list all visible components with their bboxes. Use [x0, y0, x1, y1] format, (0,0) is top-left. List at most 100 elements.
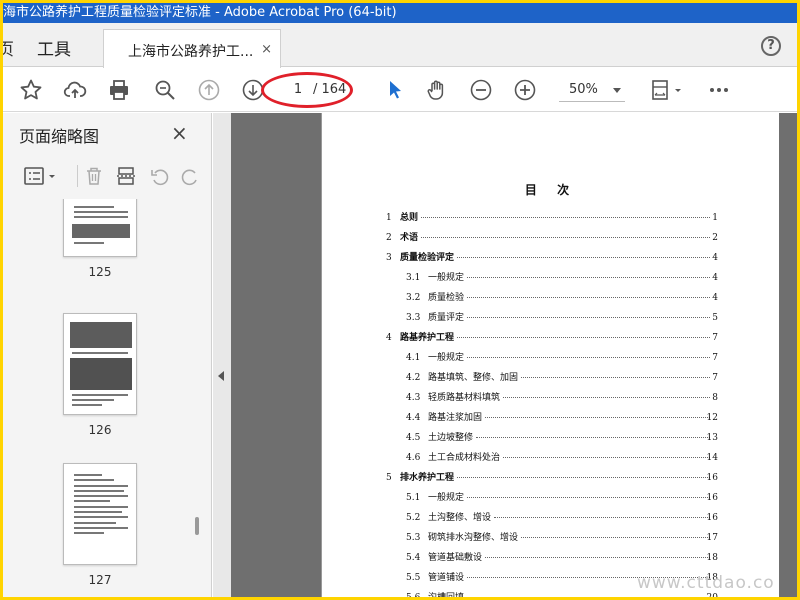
toc-entry-page: 14 [706, 453, 718, 463]
toc-entry-title: 质量评定 [428, 313, 465, 323]
toc-entry-title: 总则 [400, 213, 419, 223]
print-icon[interactable] [105, 76, 133, 104]
close-tab-icon[interactable]: × [261, 42, 272, 57]
toc-entry-title: 路基填筑、整修、加固 [428, 373, 519, 383]
toc-entry-title: 砌筑排水沟整修、增设 [428, 533, 519, 543]
toc-entry-number: 4.6 [406, 453, 421, 463]
toc-entry[interactable]: 4.6 土工合成材料处治 14 [386, 449, 718, 469]
toc-entry-number: 4.4 [406, 413, 421, 423]
toc-entry-number: 4.2 [406, 373, 421, 383]
toc-entry-page: 7 [712, 353, 718, 363]
toc-entry-number: 4.5 [406, 433, 421, 443]
toc-entry[interactable]: 4.4 路基注浆加固 12 [386, 409, 718, 429]
toc-entry[interactable]: 4.1 一般规定 7 [386, 349, 718, 369]
rotate-right-icon[interactable] [177, 163, 203, 189]
toc-entry-page: 7 [712, 333, 718, 343]
cloud-upload-icon[interactable] [61, 76, 89, 104]
toc-entry[interactable]: 3.2 质量检验 4 [386, 289, 718, 309]
tab-tools[interactable]: 工具 [29, 33, 79, 62]
toc-entry-title: 质量检验 [428, 293, 465, 303]
toc-entry[interactable]: 1 总则 1 [386, 209, 718, 229]
scrollbar-thumb[interactable] [195, 517, 199, 535]
hand-tool-icon[interactable] [423, 76, 451, 104]
toc-entry[interactable]: 4.2 路基填筑、整修、加固 7 [386, 369, 718, 389]
acrobat-window: 海市公路养护工程质量检验评定标准 - Adobe Acrobat Pro (64… [3, 3, 797, 597]
toc-entry[interactable]: 5.3 砌筑排水沟整修、增设 17 [386, 529, 718, 549]
panel-toolbar [17, 161, 203, 191]
thumbnail-page-number: 125 [88, 265, 112, 279]
toc-entry[interactable]: 3.3 质量评定 5 [386, 309, 718, 329]
collapse-arrow-icon [218, 371, 224, 381]
toc-entry[interactable]: 3 质量检验评定 4 [386, 249, 718, 269]
help-icon[interactable]: ? [761, 36, 781, 56]
thumbnail-page-number: 126 [88, 423, 112, 437]
toc-entry-number: 3 [386, 253, 392, 263]
toc-entry-number: 3.2 [406, 293, 421, 303]
toc-leader-dots [457, 337, 710, 338]
delete-page-icon[interactable] [81, 163, 107, 189]
panel-collapse-handle[interactable] [213, 113, 231, 597]
toc-entry-number: 5.2 [406, 513, 421, 523]
toc-entry-title: 一般规定 [428, 353, 465, 363]
zoom-dropdown[interactable]: 50% [559, 80, 625, 102]
toc-entry-title: 质量检验评定 [400, 253, 455, 263]
document-viewport[interactable]: 目 次 1 总则 1 2 术语 2 3 质量检验评定 4 3.1 一般规定 4 3.2 质量检验 4 3.3 质… [231, 113, 797, 597]
toc-entry-number: 3.3 [406, 313, 421, 323]
toc-entry[interactable]: 2 术语 2 [386, 229, 718, 249]
toc-entry[interactable]: 4.5 土边坡整修 13 [386, 429, 718, 449]
toc-leader-dots [457, 477, 710, 478]
page-thumbnail[interactable] [63, 313, 137, 415]
select-cursor-icon[interactable] [381, 76, 409, 104]
toc-entry-number: 4.3 [406, 393, 421, 403]
search-zoom-icon[interactable] [151, 76, 179, 104]
toc-entry[interactable]: 3.1 一般规定 4 [386, 269, 718, 289]
extract-pages-icon[interactable] [113, 163, 139, 189]
rotate-left-icon[interactable] [147, 163, 173, 189]
page-thumbnail[interactable] [63, 199, 137, 257]
toc-entry-title: 排水养护工程 [400, 473, 455, 483]
toc-leader-dots [476, 437, 710, 438]
thumbnail-scrollbar[interactable] [192, 199, 202, 597]
toc-entry[interactable]: 5.4 管道基础敷设 18 [386, 549, 718, 569]
toc-entry[interactable]: 5 排水养护工程 16 [386, 469, 718, 489]
tab-document[interactable]: 上海市公路养护工... × [103, 29, 281, 68]
zoom-in-icon[interactable] [511, 76, 539, 104]
toc-entry-page: 17 [706, 533, 718, 543]
toc-entry-title: 术语 [400, 233, 419, 243]
page-thumbnail[interactable] [63, 463, 137, 565]
toc-entry-number: 5 [386, 473, 392, 483]
toc-entry[interactable]: 4.3 轻质路基材料填筑 8 [386, 389, 718, 409]
previous-page-icon[interactable] [195, 76, 223, 104]
toc-leader-dots [521, 377, 710, 378]
toc-entry-page: 4 [712, 293, 718, 303]
toc-entry-number: 5.1 [406, 493, 421, 503]
toc-leader-dots [503, 397, 710, 398]
toc-leader-dots [503, 457, 710, 458]
toc-leader-dots [521, 537, 710, 538]
fit-page-icon[interactable] [647, 76, 687, 104]
zoom-out-icon[interactable] [467, 76, 495, 104]
toc-entry-title: 路基注浆加固 [428, 413, 483, 423]
toc-leader-dots [421, 217, 710, 218]
toc-entry-number: 3.1 [406, 273, 421, 283]
toc-entry-page: 7 [712, 373, 718, 383]
toc-leader-dots [467, 277, 710, 278]
toc-entry-number: 1 [386, 213, 392, 223]
bookmark-star-icon[interactable] [17, 76, 45, 104]
tab-home[interactable]: 页 [3, 35, 14, 60]
toc-entry-title: 管道基础敷设 [428, 553, 483, 563]
more-options-icon[interactable] [705, 76, 733, 104]
toc-leader-dots [467, 357, 710, 358]
close-panel-icon[interactable]: × [171, 121, 188, 145]
panel-title: 页面缩略图 [19, 127, 100, 146]
toc-entry-title: 轻质路基材料填筑 [428, 393, 501, 403]
toc-leader-dots [467, 297, 710, 298]
thumbnail-options-icon[interactable] [21, 163, 61, 189]
tab-document-label: 上海市公路养护工... [128, 44, 254, 60]
toc-entry[interactable]: 4 路基养护工程 7 [386, 329, 718, 349]
pdf-page: 目 次 1 总则 1 2 术语 2 3 质量检验评定 4 3.1 一般规定 4 3.2 质量检验 4 3.3 质… [321, 113, 779, 597]
toc-entry[interactable]: 5.2 土沟整修、增设 16 [386, 509, 718, 529]
toc-entry-page: 16 [706, 473, 718, 483]
toc-entry[interactable]: 5.1 一般规定 16 [386, 489, 718, 509]
toc-entry-page: 4 [712, 253, 718, 263]
